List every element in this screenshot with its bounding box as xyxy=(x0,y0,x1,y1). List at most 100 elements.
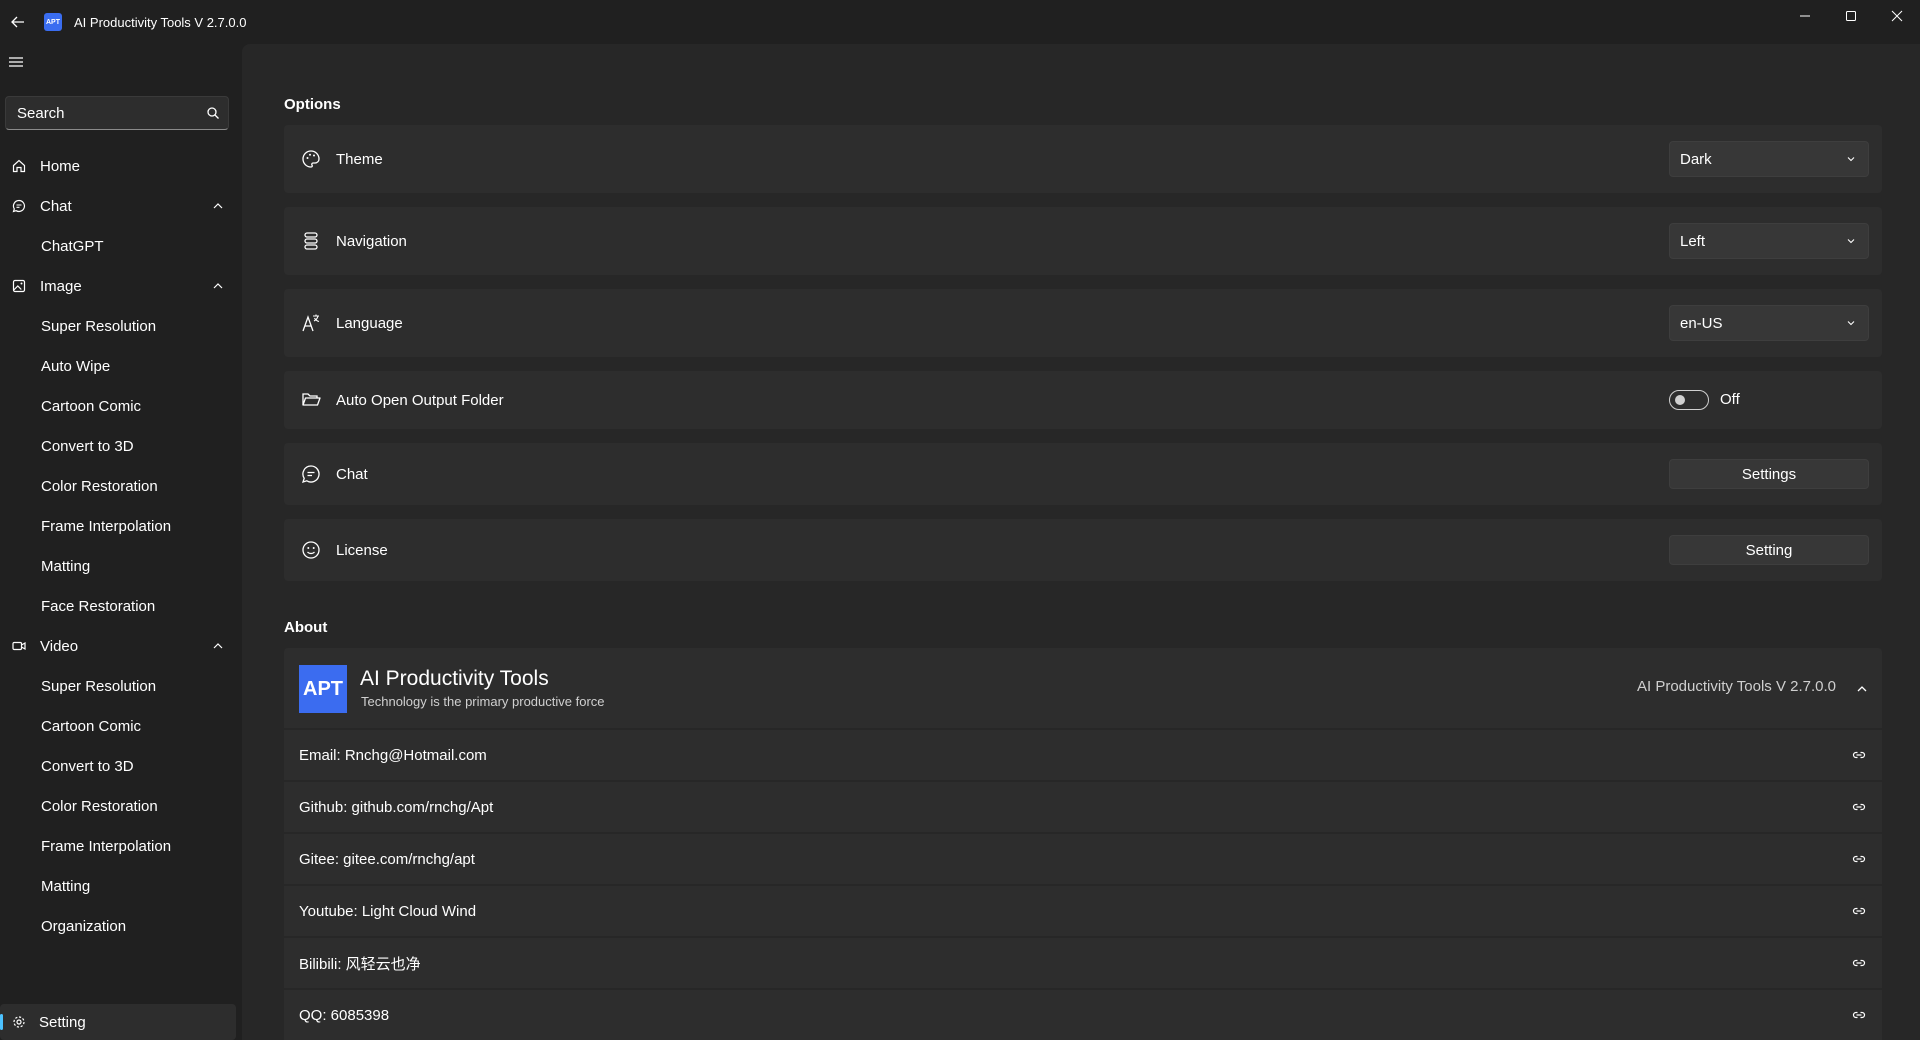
nav-item-image-cartoon-comic[interactable]: Cartoon Comic xyxy=(4,388,236,424)
nav-item-home[interactable]: Home xyxy=(4,148,236,184)
nav-item-video-super-resolution[interactable]: Super Resolution xyxy=(4,668,236,704)
nav-item-label: Cartoon Comic xyxy=(41,397,142,415)
nav-item-label: Auto Wipe xyxy=(41,357,111,375)
sidebar: Home Chat ChatGPT Image Super Resolution… xyxy=(0,44,242,1040)
about-row-youtube[interactable]: Youtube: Light Cloud Wind xyxy=(284,886,1882,936)
link-icon[interactable] xyxy=(1852,852,1866,866)
nav-item-label: Cartoon Comic xyxy=(41,717,142,735)
chevron-up-icon[interactable] xyxy=(212,200,224,212)
language-dropdown[interactable]: en-US xyxy=(1669,305,1869,341)
language-label: Language xyxy=(336,314,403,332)
nav-item-video-color-restoration[interactable]: Color Restoration xyxy=(4,788,236,824)
link-icon[interactable] xyxy=(1852,956,1866,970)
chat-icon xyxy=(301,465,320,483)
app-icon: APT xyxy=(44,13,62,31)
about-row-text: QQ: 6085398 xyxy=(299,1006,390,1024)
palette-icon xyxy=(302,150,320,168)
back-button[interactable] xyxy=(2,6,34,38)
nav-item-label: Setting xyxy=(39,1013,86,1031)
chevron-up-icon[interactable] xyxy=(1856,683,1868,695)
nav-item-chatgpt[interactable]: ChatGPT xyxy=(4,228,236,264)
navigation-dropdown[interactable]: Left xyxy=(1669,223,1869,259)
arrow-left-icon xyxy=(11,16,24,28)
nav-item-video-frame-interpolation[interactable]: Frame Interpolation xyxy=(4,828,236,864)
about-row-text: Gitee: gitee.com/rnchg/apt xyxy=(299,850,475,868)
nav-item-video-convert-3d[interactable]: Convert to 3D xyxy=(4,748,236,784)
nav-item-video[interactable]: Video xyxy=(4,628,236,664)
chevron-down-icon xyxy=(1847,157,1855,162)
nav-item-label: Frame Interpolation xyxy=(41,517,172,535)
nav-item-image-color-restoration[interactable]: Color Restoration xyxy=(4,468,236,504)
nav-item-video-cartoon-comic[interactable]: Cartoon Comic xyxy=(4,708,236,744)
auto-open-label: Auto Open Output Folder xyxy=(336,391,504,409)
image-icon xyxy=(12,279,26,293)
nav-item-chat[interactable]: Chat xyxy=(4,188,236,224)
hamburger-icon xyxy=(9,57,23,67)
link-icon[interactable] xyxy=(1852,904,1866,918)
about-app-name: AI Productivity Tools xyxy=(360,667,549,690)
nav-item-image-auto-wipe[interactable]: Auto Wipe xyxy=(4,348,236,384)
nav-item-label: Chat xyxy=(40,197,72,215)
language-value: en-US xyxy=(1680,314,1723,332)
navigation-label: Navigation xyxy=(336,232,407,250)
nav-item-image[interactable]: Image xyxy=(4,268,236,304)
nav-item-image-frame-interpolation[interactable]: Frame Interpolation xyxy=(4,508,236,544)
nav-item-setting[interactable]: Setting xyxy=(0,1004,236,1040)
chevron-down-icon xyxy=(1847,321,1855,326)
search-button[interactable] xyxy=(206,106,220,120)
license-setting-button[interactable]: Setting xyxy=(1669,535,1869,565)
license-card: License Setting xyxy=(284,519,1882,581)
title-bar: APT AI Productivity Tools V 2.7.0.0 xyxy=(0,0,1920,44)
nav-item-image-convert-3d[interactable]: Convert to 3D xyxy=(4,428,236,464)
auto-open-toggle[interactable] xyxy=(1669,390,1709,410)
about-row-gitee[interactable]: Gitee: gitee.com/rnchg/apt xyxy=(284,834,1882,884)
nav-item-video-matting[interactable]: Matting xyxy=(4,868,236,904)
navigation-value: Left xyxy=(1680,232,1706,250)
nav-item-label: Super Resolution xyxy=(41,317,157,335)
nav-item-label: Video xyxy=(40,637,79,655)
nav-item-image-face-restoration[interactable]: Face Restoration xyxy=(4,588,236,624)
search-box xyxy=(5,96,229,130)
navigation-card: Navigation Left xyxy=(284,207,1882,275)
close-icon xyxy=(1891,10,1903,22)
window-controls xyxy=(1782,0,1920,32)
about-version: AI Productivity Tools V 2.7.0.0 xyxy=(1637,678,1836,695)
chevron-up-icon[interactable] xyxy=(212,640,224,652)
minimize-button[interactable] xyxy=(1782,0,1828,32)
about-header[interactable]: APT AI Productivity Tools Technology is … xyxy=(284,648,1882,728)
chevron-up-icon[interactable] xyxy=(212,280,224,292)
chat-settings-button[interactable]: Settings xyxy=(1669,459,1869,489)
language-icon xyxy=(302,314,320,332)
link-icon[interactable] xyxy=(1852,800,1866,814)
nav-item-label: Convert to 3D xyxy=(41,757,134,775)
link-icon[interactable] xyxy=(1852,748,1866,762)
nav-item-label: Organization xyxy=(41,917,127,935)
link-icon[interactable] xyxy=(1852,1008,1866,1022)
about-row-github[interactable]: Github: github.com/rnchg/Apt xyxy=(284,782,1882,832)
nav-item-label: Matting xyxy=(41,877,91,895)
maximize-button[interactable] xyxy=(1828,0,1874,32)
search-input[interactable] xyxy=(6,97,196,129)
theme-card: Theme Dark xyxy=(284,125,1882,193)
license-label: License xyxy=(336,541,388,559)
about-row-email[interactable]: Email: Rnchg@Hotmail.com xyxy=(284,730,1882,780)
nav-item-label: Face Restoration xyxy=(41,597,156,615)
about-tagline: Technology is the primary productive for… xyxy=(361,694,605,709)
close-button[interactable] xyxy=(1874,0,1920,32)
nav-item-image-super-resolution[interactable]: Super Resolution xyxy=(4,308,236,344)
options-heading: Options xyxy=(284,96,341,113)
about-row-qq[interactable]: QQ: 6085398 xyxy=(284,990,1882,1040)
nav-item-label: Color Restoration xyxy=(41,477,158,495)
nav-item-label: Image xyxy=(40,277,82,295)
video-icon xyxy=(12,641,26,651)
chat-icon xyxy=(12,199,26,213)
gear-icon xyxy=(13,1016,25,1028)
theme-dropdown[interactable]: Dark xyxy=(1669,141,1869,177)
nav-item-image-matting[interactable]: Matting xyxy=(4,548,236,584)
search-icon xyxy=(207,107,219,119)
menu-toggle-button[interactable] xyxy=(4,50,28,74)
nav-item-video-organization[interactable]: Organization xyxy=(4,908,236,944)
about-row-bilibili[interactable]: Bilibili: 风轻云也净 xyxy=(284,938,1882,988)
nav-item-label: ChatGPT xyxy=(41,237,104,255)
nav-item-label: Matting xyxy=(41,557,91,575)
